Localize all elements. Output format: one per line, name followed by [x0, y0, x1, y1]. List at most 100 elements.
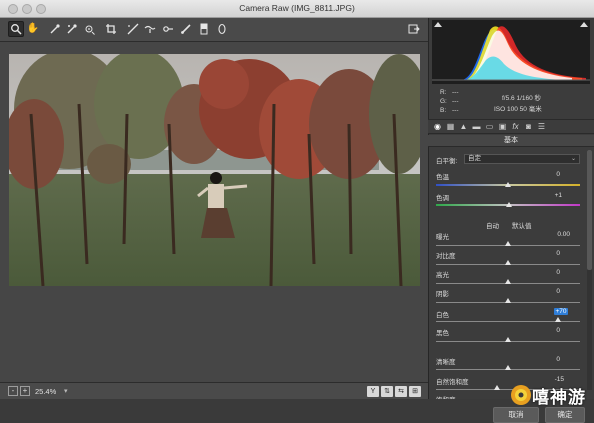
white-balance-value: 自定 — [468, 155, 481, 162]
straighten-icon — [127, 23, 139, 35]
camera-calibration-tab-icon[interactable]: ◙ — [523, 122, 534, 132]
aperture-shutter: f/5.6 1/160 秒 — [502, 95, 542, 102]
whites-label: 白色 — [436, 312, 449, 319]
crop-icon — [106, 24, 116, 34]
watermark-text: 嘻神游 — [532, 388, 586, 407]
window-title: Camera Raw (IMG_8811.JPG) — [239, 3, 355, 13]
panel-scrollbar[interactable] — [587, 150, 592, 390]
adjustment-brush-tool[interactable] — [178, 21, 194, 37]
histogram — [432, 20, 590, 84]
vibrance-label: 自然饱和度 — [436, 379, 469, 386]
whites-value[interactable]: +70 — [554, 308, 568, 315]
highlights-thumb[interactable] — [505, 279, 511, 284]
graduated-filter-icon — [200, 23, 208, 35]
blacks-value[interactable]: 0 — [520, 327, 560, 334]
white-balance-select[interactable]: 自定 ⌄ — [464, 154, 580, 164]
basic-tab-icon[interactable]: ◉ — [432, 122, 443, 132]
contrast-value[interactable]: 0 — [520, 250, 560, 257]
shadow-clipping-icon[interactable] — [434, 22, 442, 27]
toggle-settings-button[interactable]: ⊞ — [409, 386, 421, 397]
photo-image — [9, 54, 420, 286]
zoom-in-button[interactable]: + — [20, 386, 30, 396]
tone-curve-tab-icon[interactable]: ▦ — [445, 122, 456, 132]
detail-tab-icon[interactable]: ▲ — [458, 122, 469, 132]
shadows-thumb[interactable] — [505, 298, 511, 303]
split-toning-tab-icon[interactable]: ▭ — [484, 122, 495, 132]
blacks-label: 黑色 — [436, 330, 449, 337]
photo-preview[interactable] — [9, 54, 420, 286]
contrast-thumb[interactable] — [505, 260, 511, 265]
exposure-value[interactable]: 0.00 — [530, 231, 570, 238]
white-balance-row: 白平衡: 自定 ⌄ — [436, 154, 580, 165]
white-balance-label: 白平衡: — [436, 158, 458, 165]
brush-icon — [181, 24, 191, 34]
lens-tab-icon[interactable]: ▣ — [497, 122, 508, 132]
tint-value[interactable]: +1 — [522, 192, 562, 199]
target-adjust-icon — [85, 25, 95, 35]
iso-focal: ISO 100 50 毫米 — [494, 106, 542, 113]
tint-label: 色调 — [436, 195, 449, 202]
color-sampler-tool[interactable] — [64, 21, 80, 37]
zoom-out-button[interactable]: - — [8, 386, 18, 396]
clarity-value[interactable]: 0 — [520, 356, 560, 363]
targeted-adjustment-tool[interactable] — [81, 21, 97, 37]
whites-thumb[interactable] — [555, 317, 561, 322]
red-eye-tool[interactable] — [160, 21, 176, 37]
default-button[interactable]: 默认值 — [512, 220, 532, 230]
watermark: 嘻神游 — [508, 381, 590, 409]
g-value: --- — [452, 98, 459, 105]
shadows-label: 阴影 — [436, 291, 449, 298]
hsl-tab-icon[interactable]: ▬ — [471, 122, 482, 132]
white-balance-tool[interactable] — [47, 21, 63, 37]
auto-button[interactable]: 自动 — [486, 220, 499, 230]
clarity-thumb[interactable] — [505, 365, 511, 370]
title-bar: Camera Raw (IMG_8811.JPG) — [0, 0, 594, 18]
fx-tab-icon[interactable]: fx — [510, 122, 521, 132]
magnifier-icon — [11, 24, 22, 35]
g-label: G: — [440, 98, 447, 105]
b-label: B: — [440, 107, 447, 114]
exposure-thumb[interactable] — [505, 241, 511, 246]
section-title: 基本 — [428, 135, 594, 147]
tools-toolbar: ✋ — [0, 18, 428, 42]
exposure-label: 曝光 — [436, 234, 449, 241]
zoom-tool[interactable] — [8, 21, 24, 37]
temperature-value[interactable]: 0 — [520, 171, 560, 178]
hand-tool[interactable]: ✋ — [25, 21, 41, 37]
zoom-level[interactable]: 25.4% — [35, 387, 56, 396]
view-mode-button[interactable]: Y — [367, 386, 379, 397]
r-label: R: — [440, 89, 447, 96]
straighten-tool[interactable] — [125, 21, 141, 37]
vibrance-thumb[interactable] — [494, 385, 500, 390]
graduated-filter-tool[interactable] — [196, 21, 212, 37]
swap-view-button[interactable]: ⇅ — [381, 386, 393, 397]
ok-button[interactable]: 确定 — [545, 407, 585, 423]
watermark-logo-icon — [511, 385, 531, 405]
crop-tool[interactable] — [103, 21, 119, 37]
chevron-down-icon[interactable]: ▾ — [64, 387, 68, 395]
spot-removal-tool[interactable] — [142, 21, 158, 37]
blacks-thumb[interactable] — [505, 337, 511, 342]
color-sampler-icon — [67, 24, 77, 34]
histogram-graph — [432, 26, 590, 81]
camera-info: R: --- G: --- B: --- f/5.6 1/160 秒 ISO 1… — [432, 86, 590, 116]
shadows-value[interactable]: 0 — [520, 288, 560, 295]
highlights-label: 高光 — [436, 272, 449, 279]
temperature-thumb[interactable] — [505, 182, 511, 187]
eyedropper-icon — [50, 24, 60, 34]
scroll-thumb[interactable] — [587, 150, 592, 270]
clarity-label: 清晰度 — [436, 359, 456, 366]
r-value: --- — [452, 89, 459, 96]
tint-thumb[interactable] — [506, 202, 512, 207]
open-prefs-icon — [408, 24, 420, 34]
highlight-clipping-icon[interactable] — [580, 22, 588, 27]
radial-filter-icon — [218, 23, 226, 35]
open-preferences-button[interactable] — [406, 21, 422, 37]
copy-settings-button[interactable]: ⇆ — [395, 386, 407, 397]
highlights-value[interactable]: 0 — [520, 269, 560, 276]
presets-tab-icon[interactable]: ☰ — [536, 122, 547, 132]
b-value: --- — [452, 107, 459, 114]
radial-filter-tool[interactable] — [214, 21, 230, 37]
spot-removal-icon — [144, 25, 156, 33]
cancel-button[interactable]: 取消 — [493, 407, 539, 423]
